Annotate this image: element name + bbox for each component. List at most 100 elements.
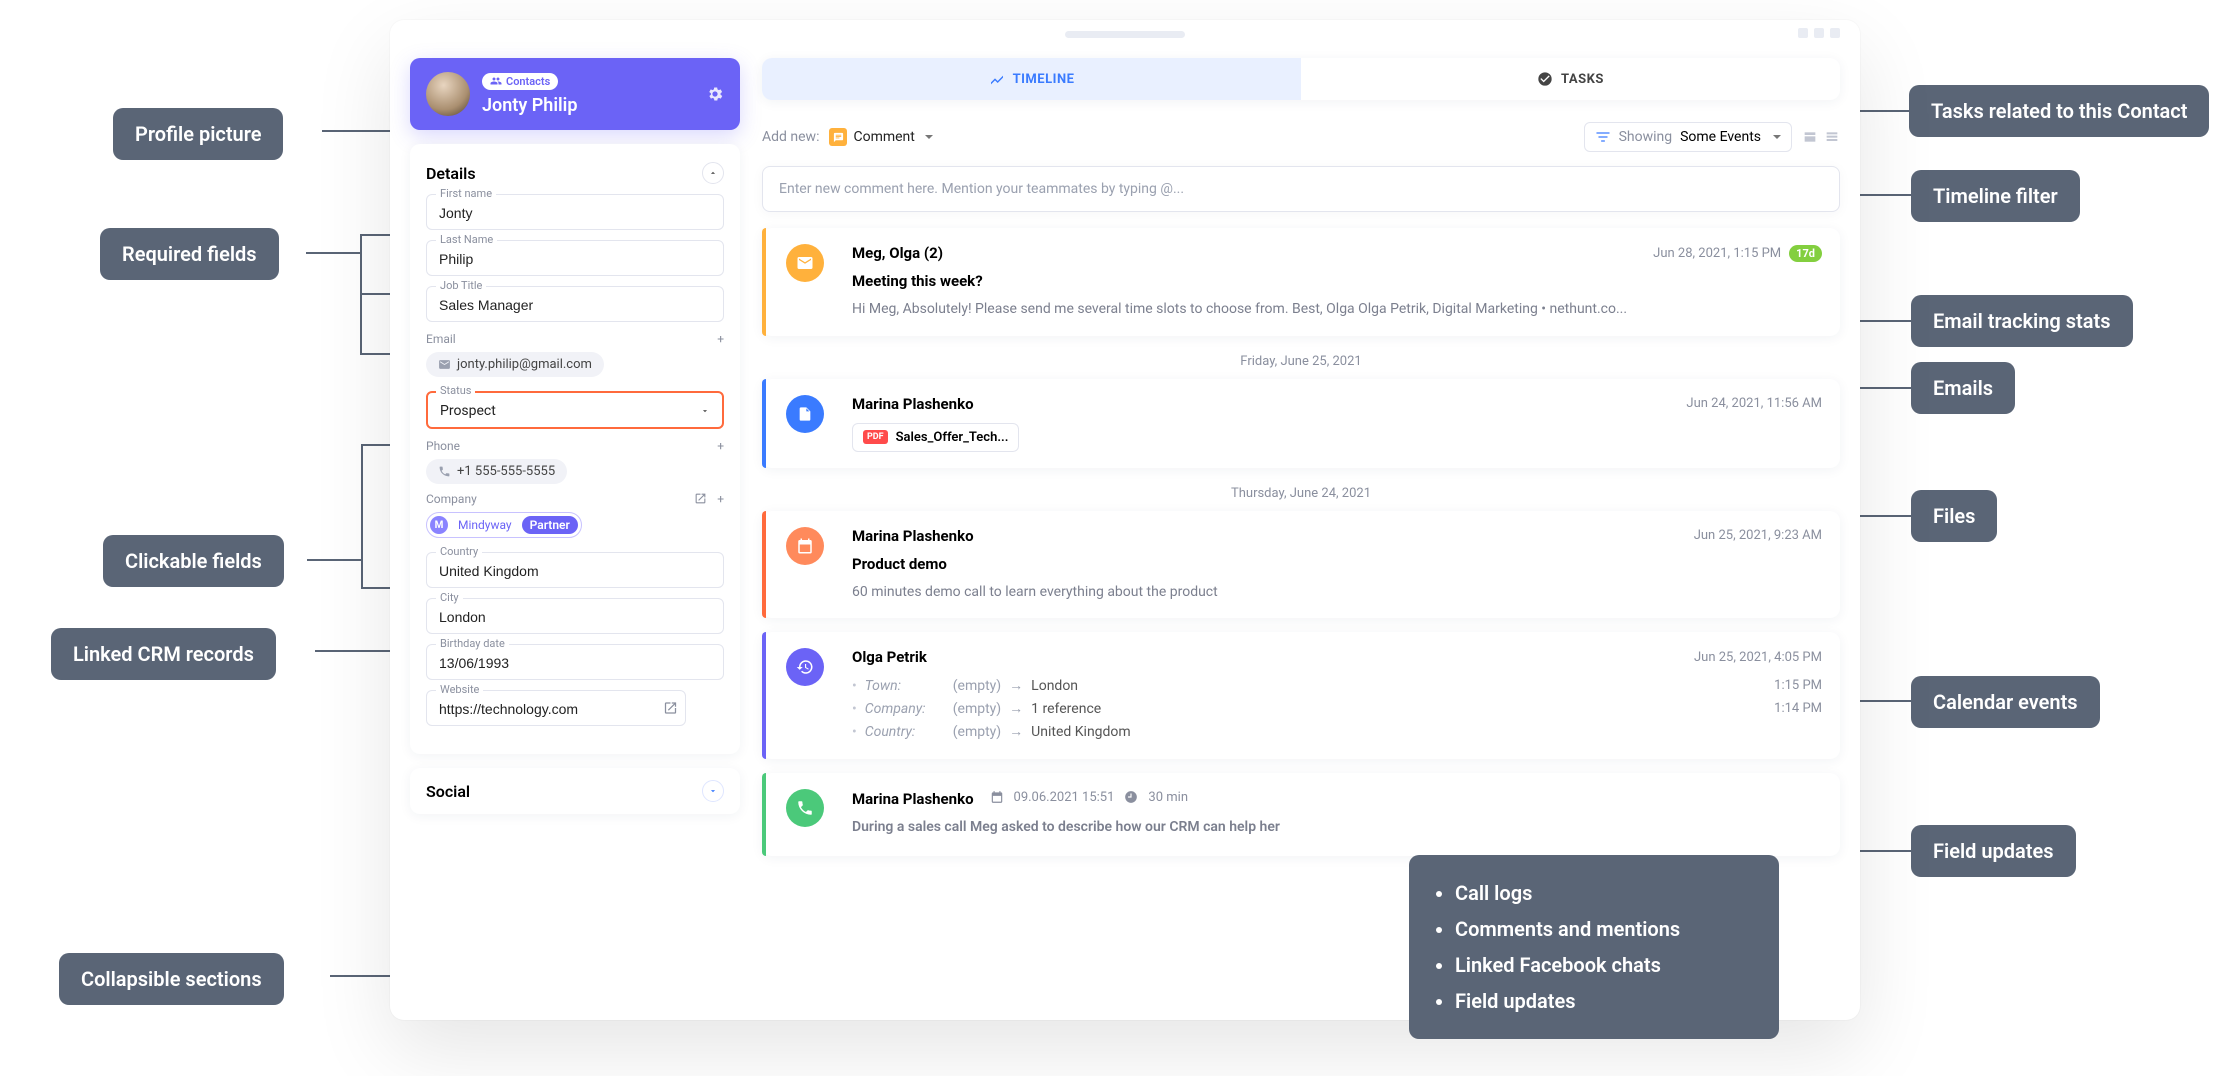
annotation-calendar: Calendar events (1911, 676, 2100, 728)
caret-down-icon (700, 406, 710, 416)
updates-author: Olga Petrik (852, 648, 927, 666)
timeline-filter[interactable]: Showing Some Events (1584, 122, 1792, 152)
company-avatar: M (430, 516, 448, 534)
annotation-linked-records: Linked CRM records (51, 628, 276, 680)
collapse-icon[interactable] (1824, 129, 1840, 145)
add-new-label: Add new: (762, 129, 819, 145)
expand-icon[interactable] (1802, 129, 1818, 145)
email-chip[interactable]: jonty.philip@gmail.com (426, 352, 604, 377)
tab-tasks[interactable]: TASKS (1301, 58, 1840, 100)
field-updates-list: • Town: (empty) → London 1:15 PM • Compa… (852, 674, 1822, 743)
external-link-icon[interactable] (663, 701, 678, 716)
file-badge-icon (786, 395, 824, 433)
last-name-field[interactable]: Last Name (426, 240, 724, 276)
add-phone-icon[interactable]: + (717, 439, 724, 453)
country-field[interactable]: Country (426, 552, 724, 588)
avatar[interactable] (426, 72, 470, 116)
timeline-event-card[interactable]: Marina Plashenko Jun 25, 2021, 9:23 AM P… (762, 511, 1840, 619)
add-email-icon[interactable]: + (717, 332, 724, 346)
email-author: Meg, Olga (2) (852, 244, 943, 262)
folder-pill[interactable]: Contacts (482, 73, 558, 90)
people-icon (490, 75, 502, 87)
company-tag: Partner (522, 516, 578, 534)
calendar-icon (990, 790, 1004, 804)
caret-down-icon (1769, 129, 1781, 145)
email-subject: Meeting this week? (852, 272, 1822, 290)
email-label: Email (426, 332, 456, 346)
profile-header: Contacts Jonty Philip (410, 58, 740, 130)
folder-name: Contacts (506, 75, 550, 88)
history-badge-icon (786, 648, 824, 686)
annotation-profile-picture: Profile picture (113, 108, 283, 160)
tab-timeline[interactable]: TIMELINE (762, 58, 1301, 100)
caret-down-icon (921, 129, 933, 145)
field-update-row: • Town: (empty) → London 1:15 PM (852, 674, 1822, 697)
email-preview: Hi Meg, Absolutely! Please send me sever… (852, 300, 1822, 320)
open-company-icon[interactable] (694, 492, 707, 506)
status-field[interactable]: Status Prospect (426, 391, 724, 429)
city-field[interactable]: City (426, 598, 724, 634)
company-label: Company (426, 492, 477, 506)
filter-row: Add new: Comment Showing Some Events (762, 122, 1840, 152)
annotation-tasks-related: Tasks related to this Contact (1909, 85, 2209, 137)
popup-item: Comments and mentions (1455, 911, 1749, 947)
timeline-updates-card[interactable]: Olga Petrik Jun 25, 2021, 4:05 PM • Town… (762, 632, 1840, 759)
call-badge-icon (786, 789, 824, 827)
calendar-badge-icon (786, 527, 824, 565)
filter-icon (1595, 129, 1611, 145)
timeline-email-card[interactable]: Meg, Olga (2) Jun 28, 2021, 1:15 PM 17d … (762, 228, 1840, 336)
popup-item: Call logs (1455, 875, 1749, 911)
job-title-field[interactable]: Job Title (426, 286, 724, 322)
timeline-call-card[interactable]: Marina Plashenko 09.06.2021 15:51 30 min… (762, 773, 1840, 856)
tabs: TIMELINE TASKS (762, 58, 1840, 100)
timeline-file-card[interactable]: Marina Plashenko Jun 24, 2021, 11:56 AM … (762, 379, 1840, 468)
pdf-icon: PDF (863, 430, 888, 444)
phone-icon (438, 465, 451, 478)
annotation-field-updates: Field updates (1911, 825, 2076, 877)
annotation-email-stats: Email tracking stats (1911, 295, 2133, 347)
add-company-icon[interactable]: + (717, 492, 724, 506)
clock-icon (1124, 790, 1138, 804)
comment-type-selector[interactable]: Comment (829, 128, 932, 146)
date-separator: Thursday, June 24, 2021 (762, 486, 1840, 501)
tasks-icon (1537, 71, 1553, 87)
annotation-clickable-fields: Clickable fields (103, 535, 284, 587)
chevron-up-icon[interactable] (702, 162, 724, 184)
tracking-badge[interactable]: 17d (1789, 245, 1822, 262)
popup-item: Linked Facebook chats (1455, 947, 1749, 983)
phone-label: Phone (426, 439, 460, 453)
company-chip[interactable]: M Mindyway Partner (426, 512, 724, 538)
popup-list: Call logs Comments and mentions Linked F… (1409, 855, 1779, 1039)
event-author: Marina Plashenko (852, 527, 974, 545)
annotation-collapsible: Collapsible sections (59, 953, 284, 1005)
date-separator: Friday, June 25, 2021 (762, 354, 1840, 369)
field-update-row: • Company: (empty) → 1 reference 1:14 PM (852, 697, 1822, 720)
popup-item: Field updates (1455, 983, 1749, 1019)
envelope-icon (438, 358, 451, 371)
first-name-field[interactable]: First name (426, 194, 724, 230)
event-body: 60 minutes demo call to learn everything… (852, 583, 1822, 603)
email-badge-icon (786, 244, 824, 282)
call-author: Marina Plashenko (852, 790, 974, 808)
call-body: During a sales call Meg asked to describ… (852, 818, 1822, 838)
gear-icon[interactable] (706, 85, 724, 103)
comment-input[interactable]: Enter new comment here. Mention your tea… (762, 166, 1840, 212)
timeline-icon (989, 71, 1005, 87)
file-attachment[interactable]: PDF Sales_Offer_Tech... (852, 423, 1019, 452)
field-update-row: • Country: (empty) → United Kingdom (852, 720, 1822, 743)
contact-name: Jonty Philip (482, 95, 694, 116)
annotation-emails: Emails (1911, 362, 2015, 414)
birthday-field[interactable]: Birthday date (426, 644, 724, 680)
social-section[interactable]: Social (410, 768, 740, 814)
window-titlebar (390, 20, 1860, 48)
website-field[interactable]: Website (426, 690, 686, 726)
annotation-timeline-filter: Timeline filter (1911, 170, 2080, 222)
phone-chip[interactable]: +1 555-555-5555 (426, 459, 567, 484)
chevron-down-icon[interactable] (702, 780, 724, 802)
details-section: Details First name Last Name Job Title (410, 144, 740, 754)
annotation-required-fields: Required fields (100, 228, 279, 280)
comment-icon (829, 128, 847, 146)
annotation-files: Files (1911, 490, 1997, 542)
event-title: Product demo (852, 555, 1822, 573)
file-author: Marina Plashenko (852, 395, 974, 413)
